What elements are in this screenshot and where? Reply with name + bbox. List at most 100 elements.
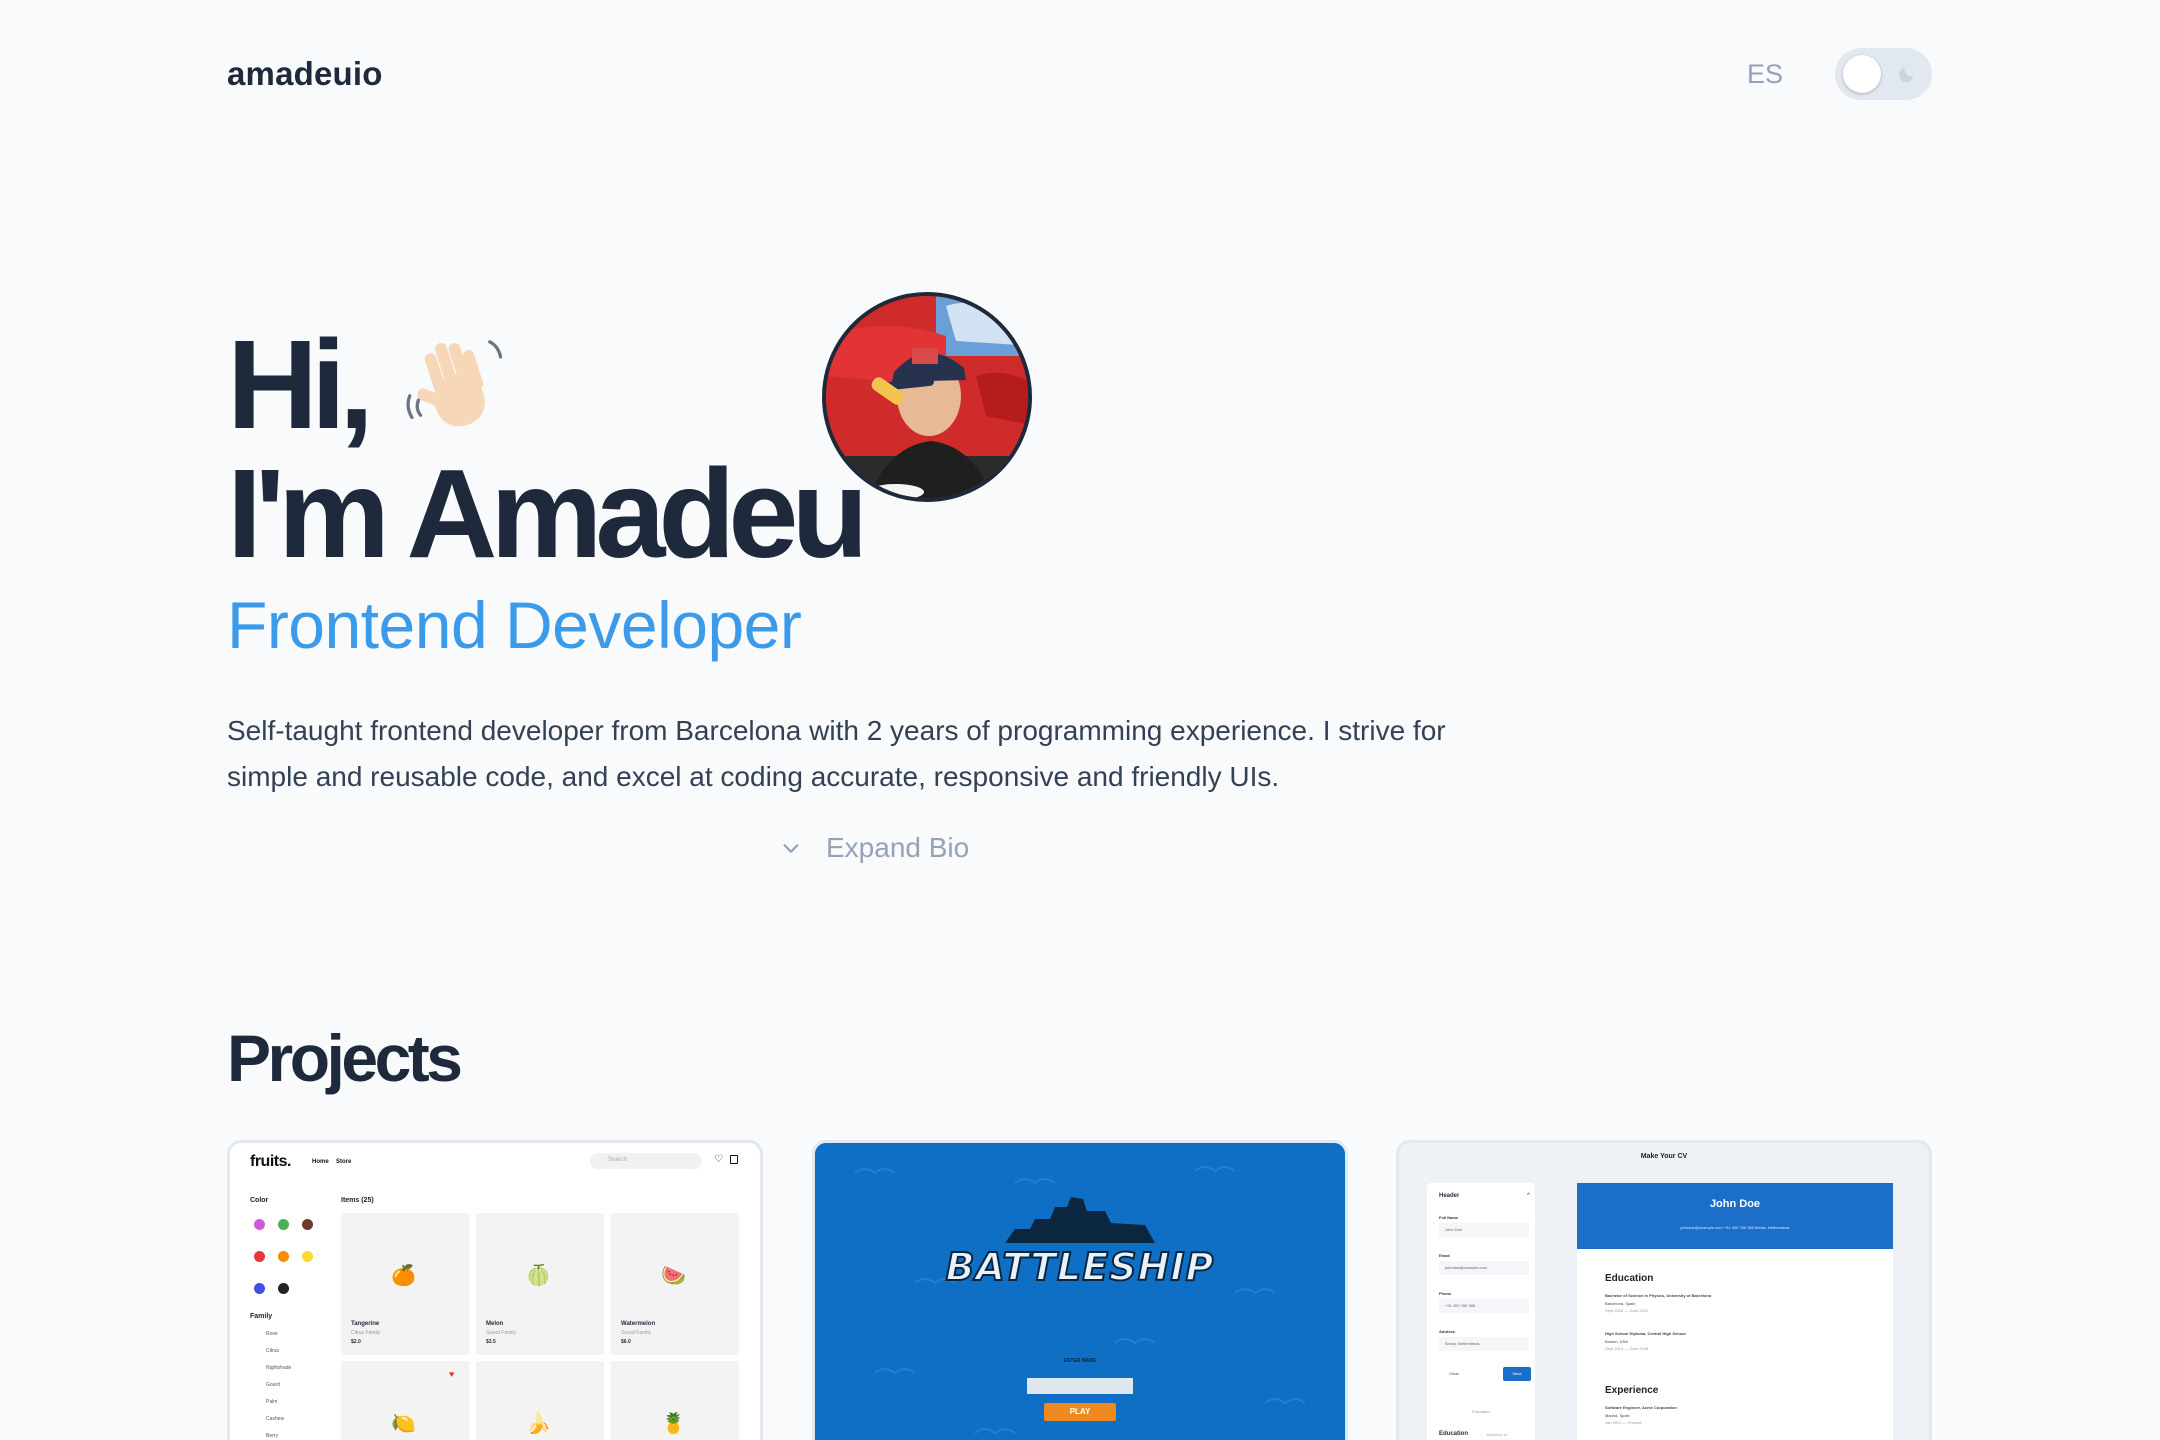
field-label: Full Name <box>1439 1215 1459 1220</box>
cv-line: Sept 2013 — June 2018 <box>1605 1346 1649 1351</box>
fruits-search: Search <box>590 1153 702 1169</box>
fruits-items-label: Items (25) <box>341 1197 374 1204</box>
family-item: Palm <box>266 1399 278 1405</box>
form-header-label: Header <box>1439 1193 1460 1199</box>
field-input: johndoe@example.com <box>1439 1261 1529 1275</box>
cv-app-title: Make Your CV <box>1640 1153 1688 1160</box>
cv-form: Header ^ Full Name John Doe Email johndo… <box>1427 1183 1535 1433</box>
fruit-image: 🍍 <box>661 1413 686 1435</box>
fruits-nav-home: Home <box>312 1159 329 1165</box>
field-label: Email <box>1439 1253 1450 1258</box>
cv-line: Jan 2021 — Present <box>1605 1420 1642 1425</box>
fruits-nav-store: Store <box>336 1159 352 1165</box>
expand-bio-button[interactable]: Expand Bio <box>780 832 969 864</box>
clear-button: Clear <box>1449 1371 1459 1376</box>
site-header: amadeuio ES <box>227 44 1932 104</box>
play-button: PLAY <box>1044 1403 1116 1421</box>
chevron-down-icon <box>783 844 799 853</box>
education-tab: Education <box>1472 1409 1490 1414</box>
cv-name: John Doe <box>1709 1198 1761 1210</box>
fruit-tile: 🍋 ♥ <box>341 1361 469 1440</box>
cv-line: Boston, USA <box>1605 1339 1628 1344</box>
fruit-name: Watermelon <box>621 1321 656 1327</box>
projects-heading: Projects <box>227 1021 463 1095</box>
cv-education-title: Education <box>1605 1273 1654 1284</box>
fruit-family: Gourd Family <box>621 1330 652 1336</box>
fruits-family-label: Family <box>250 1313 273 1320</box>
enter-name-label: ENTER NAME <box>1063 1358 1097 1364</box>
color-swatch-purple <box>254 1219 265 1230</box>
cv-line: Barcelona, Spain <box>1605 1301 1636 1306</box>
project-card-fruits[interactable]: fruits. Home Store Search ♡ Color Family… <box>227 1140 763 1440</box>
chevron-up-icon: ^ <box>1527 1193 1530 1199</box>
project-card-cv[interactable]: Make Your CV Header ^ Full Name John Doe… <box>1396 1140 1932 1440</box>
fruit-tile: 🍊 Tangerine Citrus Family $2.0 <box>341 1213 469 1355</box>
fruit-tile: 🍌 <box>476 1361 604 1440</box>
cv-line: Sept 2018 — June 2021 <box>1605 1308 1649 1313</box>
project-card-battleship[interactable]: BATTLESHIP ENTER NAME PLAY <box>812 1140 1348 1440</box>
fruit-name: Tangerine <box>351 1321 380 1327</box>
cv-experience-title: Experience <box>1605 1385 1659 1396</box>
family-item: Berry <box>266 1433 278 1439</box>
fruit-image: 🍉 <box>661 1265 686 1287</box>
fruit-price: $3.5 <box>486 1339 496 1345</box>
name-heading: I'm Amadeu <box>227 443 868 584</box>
header-controls: ES <box>1747 48 1932 100</box>
theme-toggle[interactable] <box>1835 48 1932 100</box>
expand-bio-label: Expand Bio <box>826 832 970 863</box>
color-swatch-green <box>278 1219 289 1230</box>
field-input: John Doe <box>1439 1223 1529 1237</box>
fruit-tile: 🍈 Melon Gourd Family $3.5 <box>476 1213 604 1355</box>
site-logo[interactable]: amadeuio <box>227 55 383 93</box>
fruit-image: 🍌 <box>526 1413 551 1435</box>
education-form: Education Bachelor of <box>1427 1423 1535 1440</box>
field-label: Phone <box>1439 1291 1452 1296</box>
color-swatch-brown <box>302 1219 313 1230</box>
fruit-image: 🍈 <box>526 1265 551 1287</box>
role-subtitle: Frontend Developer <box>227 588 802 662</box>
name-input <box>1027 1378 1133 1394</box>
greeting-text: Hi, <box>227 314 374 455</box>
field-label: Address <box>1439 1329 1456 1334</box>
cv-line: Madrid, Spain <box>1605 1413 1630 1418</box>
waving-hand-icon <box>406 340 503 427</box>
save-button: Save <box>1503 1367 1531 1381</box>
cv-line: Bachelor of Science in Physics, Universi… <box>1605 1293 1712 1298</box>
family-item: Nightshade <box>266 1365 292 1371</box>
waves-pattern <box>854 1166 1306 1435</box>
field-input: Breda, Netherlands <box>1439 1337 1529 1351</box>
cv-line: High School Diploma, Central High School <box>1605 1331 1686 1336</box>
toggle-knob <box>1843 55 1881 93</box>
education-form-value: Bachelor of <box>1487 1432 1508 1437</box>
fruits-heart-icon: ♡ <box>714 1154 723 1165</box>
hero-section: Hi, I'm Amadeu Frontend Developer <box>227 320 868 668</box>
family-item: Citrus <box>266 1348 280 1354</box>
fruit-family: Citrus Family <box>351 1330 381 1336</box>
fruits-cart-icon <box>730 1155 738 1164</box>
fruits-color-label: Color <box>250 1197 269 1204</box>
field-input: +31 400 766 385 <box>1439 1299 1529 1313</box>
cv-line: Software Engineer, Acme Corporation <box>1605 1405 1677 1410</box>
fruit-price: $2.0 <box>351 1339 361 1345</box>
color-swatch-blue <box>254 1283 265 1294</box>
family-item: Rose <box>266 1331 278 1337</box>
battleship-title: BATTLESHIP <box>945 1244 1215 1290</box>
color-swatch-red <box>254 1251 265 1262</box>
fruits-logo: fruits. <box>250 1153 291 1170</box>
cv-banner <box>1577 1183 1893 1249</box>
family-item: Gourd <box>266 1382 280 1388</box>
fruit-image: 🍊 <box>391 1265 416 1287</box>
bio-text: Self-taught frontend developer from Barc… <box>227 715 1446 792</box>
color-swatch-orange <box>278 1251 289 1262</box>
fruit-tile: 🍉 Watermelon Gourd Family $6.0 <box>611 1213 739 1355</box>
language-button[interactable]: ES <box>1747 59 1783 90</box>
color-swatch-black <box>278 1283 289 1294</box>
fruit-tile: 🍍 <box>611 1361 739 1440</box>
cv-contact: johndoe@example.com +31 400 766 385 Bred… <box>1680 1225 1790 1230</box>
heart-icon: ♥ <box>449 1369 455 1379</box>
education-form-label: Education <box>1439 1431 1469 1437</box>
moon-icon <box>1898 67 1914 83</box>
fruit-image: 🍋 <box>391 1413 416 1435</box>
fruit-family: Gourd Family <box>486 1330 517 1336</box>
greeting-heading: Hi, <box>227 320 861 450</box>
